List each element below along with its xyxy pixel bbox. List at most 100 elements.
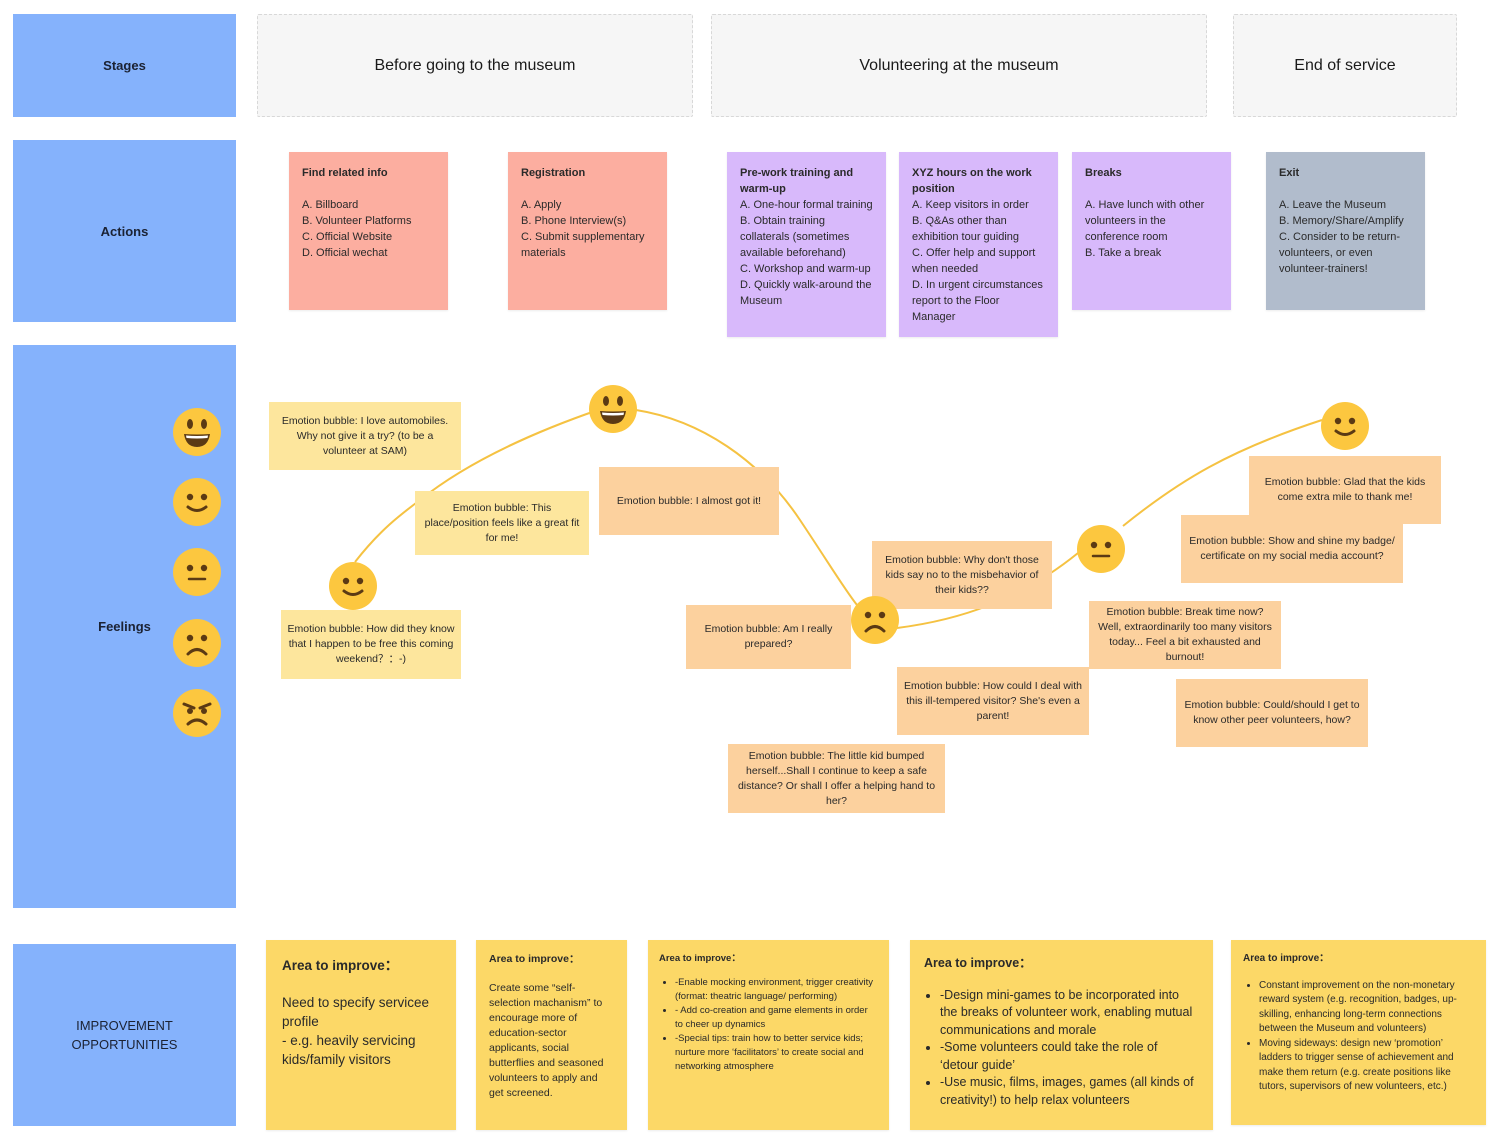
action-card-find-info: Find related info A. Billboard B. Volunt… bbox=[289, 152, 448, 310]
bubble-text: Emotion bubble: Why don't those kids say… bbox=[885, 553, 1039, 596]
improvement-card: Area to improve： Create some “self-selec… bbox=[476, 940, 627, 1130]
improvement-card: Area to improve： Need to specify service… bbox=[266, 940, 456, 1130]
action-item: A. Billboard bbox=[302, 199, 359, 211]
improvement-title: Area to improve： bbox=[659, 953, 741, 964]
bubble-text: Emotion bubble: How did they know that I… bbox=[287, 623, 455, 665]
stage-end: End of service bbox=[1233, 14, 1457, 117]
action-item: D. Quickly walk-around the Museum bbox=[740, 279, 872, 307]
improvement-bullet: Constant improvement on the non-monetary… bbox=[1259, 979, 1474, 1037]
bubble-text: Emotion bubble: I almost got it! bbox=[616, 494, 762, 507]
action-title: Registration bbox=[521, 167, 586, 179]
row-label-improvement: IMPROVEMENT OPPORTUNITIES bbox=[13, 944, 236, 1126]
action-item: C. Official Website bbox=[302, 231, 393, 243]
bubble-text: Emotion bubble: I love automobiles. Why … bbox=[281, 414, 449, 457]
action-item: B. Obtain training collaterals (sometime… bbox=[740, 215, 850, 259]
emotion-bubble: Emotion bubble: Break time now? Well, ex… bbox=[1089, 601, 1281, 669]
emotion-bubble: Emotion bubble: I love automobiles. Why … bbox=[269, 402, 461, 470]
action-title: Breaks bbox=[1085, 167, 1122, 179]
very-happy-face-icon bbox=[173, 408, 221, 456]
action-item: D. Official wechat bbox=[302, 247, 388, 259]
bubble-text: Emotion bubble: Am I really prepared? bbox=[704, 623, 833, 650]
emotion-bubble: Emotion bubble: The little kid bumped he… bbox=[728, 744, 945, 813]
bubble-text: Emotion bubble: How could I deal with th… bbox=[903, 679, 1083, 722]
happy-face-icon bbox=[329, 562, 377, 610]
action-card-pre-work-training: Pre-work training and warm-up A. One-hou… bbox=[727, 152, 886, 337]
bubble-text: Emotion bubble: Break time now? Well, ex… bbox=[1098, 606, 1272, 663]
action-item: C. Workshop and warm-up bbox=[740, 263, 871, 275]
emotion-bubble: Emotion bubble: Glad that the kids come … bbox=[1249, 456, 1441, 524]
action-item: B. Memory/Share/Amplify bbox=[1279, 215, 1404, 227]
row-label-actions: Actions bbox=[13, 140, 236, 322]
bubble-text: Emotion bubble: This place/position feel… bbox=[424, 501, 580, 544]
row-label-text: Stages bbox=[103, 58, 146, 73]
sad-face-icon bbox=[173, 619, 221, 667]
neutral-face-icon bbox=[1077, 525, 1125, 573]
action-item: C. Consider to be return-volunteers, or … bbox=[1279, 231, 1401, 275]
stage-before: Before going to the museum bbox=[257, 14, 693, 117]
stage-label: Volunteering at the museum bbox=[859, 56, 1059, 74]
improvement-bullet: Moving sideways: design new ‘promotion’ … bbox=[1259, 1037, 1474, 1095]
action-item: C. Submit supplementary materials bbox=[521, 231, 645, 259]
action-item: A. Have lunch with other volunteers in t… bbox=[1085, 199, 1205, 243]
bubble-text: Emotion bubble: Glad that the kids come … bbox=[1264, 476, 1426, 503]
angry-face-icon bbox=[173, 689, 221, 737]
action-card-work-position: XYZ hours on the work position A. Keep v… bbox=[899, 152, 1058, 337]
action-item: B. Take a break bbox=[1085, 247, 1162, 259]
improvement-title: Area to improve： bbox=[489, 953, 580, 965]
improvement-card: Area to improve： -Design mini-games to b… bbox=[910, 940, 1213, 1130]
action-card-breaks: Breaks A. Have lunch with other voluntee… bbox=[1072, 152, 1231, 310]
emotion-bubble: Emotion bubble: I almost got it! bbox=[599, 467, 779, 535]
sad-face-icon bbox=[851, 596, 899, 644]
row-label-text: Feelings bbox=[98, 619, 151, 634]
stage-label: Before going to the museum bbox=[374, 56, 576, 74]
happy-face-icon bbox=[173, 478, 221, 526]
improvement-card: Area to improve： Constant improvement on… bbox=[1231, 940, 1486, 1125]
action-title: XYZ hours on the work position bbox=[912, 167, 1032, 195]
bubble-text: Emotion bubble: Could/should I get to kn… bbox=[1184, 699, 1360, 726]
emotion-bubble: Emotion bubble: Could/should I get to kn… bbox=[1176, 679, 1368, 747]
emotion-bubble: Emotion bubble: Am I really prepared? bbox=[686, 605, 851, 669]
action-item: A. One-hour formal training bbox=[740, 199, 873, 211]
improvement-text: Create some “self-selection machanism” t… bbox=[489, 982, 604, 1099]
action-card-exit: Exit A. Leave the Museum B. Memory/Share… bbox=[1266, 152, 1425, 310]
action-item: B. Volunteer Platforms bbox=[302, 215, 412, 227]
action-item: C. Offer help and support when needed bbox=[912, 247, 1036, 275]
action-item: B. Q&As other than exhibition tour guidi… bbox=[912, 215, 1020, 243]
row-label-stages: Stages bbox=[13, 14, 236, 117]
improvement-bullet: -Design mini-games to be incorporated in… bbox=[940, 987, 1199, 1040]
action-title: Exit bbox=[1279, 167, 1300, 179]
emotion-bubble: Emotion bubble: How could I deal with th… bbox=[897, 667, 1089, 735]
improvement-bullet: -Enable mocking environment, trigger cre… bbox=[675, 976, 878, 1004]
improvement-bullet: - Add co-creation and game elements in o… bbox=[675, 1004, 878, 1032]
improvement-title: Area to improve： bbox=[924, 956, 1032, 970]
emotion-bubble: Emotion bubble: This place/position feel… bbox=[415, 491, 589, 555]
improvement-bullet: -Special tips: train how to better servi… bbox=[675, 1032, 878, 1074]
action-title: Find related info bbox=[302, 167, 388, 179]
happy-face-icon bbox=[1321, 402, 1369, 450]
improvement-text: Need to specify servicee profile bbox=[282, 995, 430, 1029]
emotion-bubble: Emotion bubble: How did they know that I… bbox=[281, 610, 461, 679]
action-item: A. Leave the Museum bbox=[1279, 199, 1387, 211]
action-card-registration: Registration A. Apply B. Phone Interview… bbox=[508, 152, 667, 310]
stage-label: End of service bbox=[1294, 56, 1396, 74]
improvement-bullet: -Use music, films, images, games (all ki… bbox=[940, 1074, 1199, 1109]
very-happy-face-icon bbox=[589, 385, 637, 433]
stage-volunteering: Volunteering at the museum bbox=[711, 14, 1207, 117]
bubble-text: Emotion bubble: The little kid bumped he… bbox=[737, 749, 936, 807]
emotion-bubble: Emotion bubble: Show and shine my badge/… bbox=[1181, 515, 1403, 583]
improvement-card: Area to improve： -Enable mocking environ… bbox=[648, 940, 889, 1130]
action-item: B. Phone Interview(s) bbox=[521, 215, 627, 227]
action-title: Pre-work training and warm-up bbox=[740, 167, 854, 195]
improvement-title: Area to improve： bbox=[282, 958, 399, 973]
action-item: A. Apply bbox=[521, 199, 562, 211]
improvement-bullet: -Some volunteers could take the role of … bbox=[940, 1039, 1199, 1074]
emotion-bubble: Emotion bubble: Why don't those kids say… bbox=[872, 541, 1052, 609]
improvement-text: - e.g. heavily servicing kids/family vis… bbox=[282, 1033, 416, 1067]
row-label-text: IMPROVEMENT OPPORTUNITIES bbox=[71, 1018, 178, 1052]
action-item: D. In urgent circumstances report to the… bbox=[912, 279, 1043, 323]
neutral-face-icon bbox=[173, 548, 221, 596]
row-label-text: Actions bbox=[100, 223, 149, 239]
action-item: A. Keep visitors in order bbox=[912, 199, 1029, 211]
improvement-title: Area to improve： bbox=[1243, 953, 1330, 964]
bubble-text: Emotion bubble: Show and shine my badge/… bbox=[1189, 535, 1395, 562]
